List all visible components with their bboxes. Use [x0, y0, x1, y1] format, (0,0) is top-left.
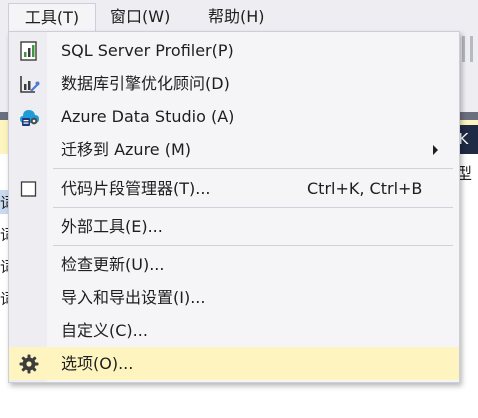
menu-help[interactable]: 帮助(H) — [208, 3, 265, 31]
grid-row-text: 词 — [0, 194, 8, 212]
submenu-arrow-icon — [433, 145, 438, 155]
menu-separator — [53, 245, 453, 246]
menu-separator — [53, 168, 453, 169]
menu-item-label: 选项(O)... — [61, 354, 134, 373]
menu-item-azure-data-studio[interactable]: Azure Data Studio (A) — [9, 100, 459, 133]
grid-row-text: 词 — [0, 258, 8, 276]
code-snippets-icon — [20, 181, 37, 197]
menu-item-label: 检查更新(U)... — [61, 255, 165, 274]
sql-profiler-icon — [20, 41, 37, 61]
toolbar-grip — [470, 36, 473, 62]
menu-item-label: 迁移到 Azure (M) — [61, 140, 192, 159]
toolbar-grip — [462, 36, 465, 62]
menu-item-label: 外部工具(E)... — [61, 217, 163, 236]
menu-item-options[interactable]: 选项(O)... — [9, 347, 459, 380]
grid-row-text: 词 — [0, 226, 8, 244]
menu-item-label: 代码片段管理器(T)... — [61, 179, 211, 198]
menu-separator — [53, 207, 453, 208]
menu-item-check-updates[interactable]: 检查更新(U)... — [9, 248, 459, 281]
azure-data-studio-icon — [20, 110, 39, 126]
tuning-advisor-icon — [20, 76, 40, 93]
tools-menu-dropdown: SQL Server Profiler(P) 数据库引擎优化顾问(D) Azur… — [8, 31, 460, 383]
gear-icon — [19, 354, 39, 374]
menu-item-import-export-settings[interactable]: 导入和导出设置(I)... — [9, 281, 459, 314]
menu-item-external-tools[interactable]: 外部工具(E)... — [9, 210, 459, 243]
menu-bar: 工具(T) 窗口(W) 帮助(H) — [0, 0, 478, 33]
menu-item-label: 数据库引擎优化顾问(D) — [61, 74, 230, 93]
menu-item-customize[interactable]: 自定义(C)... — [9, 314, 459, 347]
grid-row-text: 词 — [0, 290, 8, 308]
menu-item-label: SQL Server Profiler(P) — [61, 41, 234, 60]
menu-item-label: 自定义(C)... — [61, 321, 148, 340]
menu-item-migrate-to-azure[interactable]: 迁移到 Azure (M) — [9, 133, 459, 166]
menu-item-sql-server-profiler[interactable]: SQL Server Profiler(P) — [9, 34, 459, 67]
menu-item-tuning-advisor[interactable]: 数据库引擎优化顾问(D) — [9, 67, 459, 100]
menu-tools[interactable]: 工具(T) — [8, 3, 96, 33]
menu-window[interactable]: 窗口(W) — [110, 3, 170, 31]
menu-item-shortcut: Ctrl+K, Ctrl+B — [307, 179, 423, 198]
menu-item-code-snippets-manager[interactable]: 代码片段管理器(T)... Ctrl+K, Ctrl+B — [9, 172, 459, 205]
menu-item-label: Azure Data Studio (A) — [61, 107, 235, 126]
menu-item-label: 导入和导出设置(I)... — [61, 288, 206, 307]
